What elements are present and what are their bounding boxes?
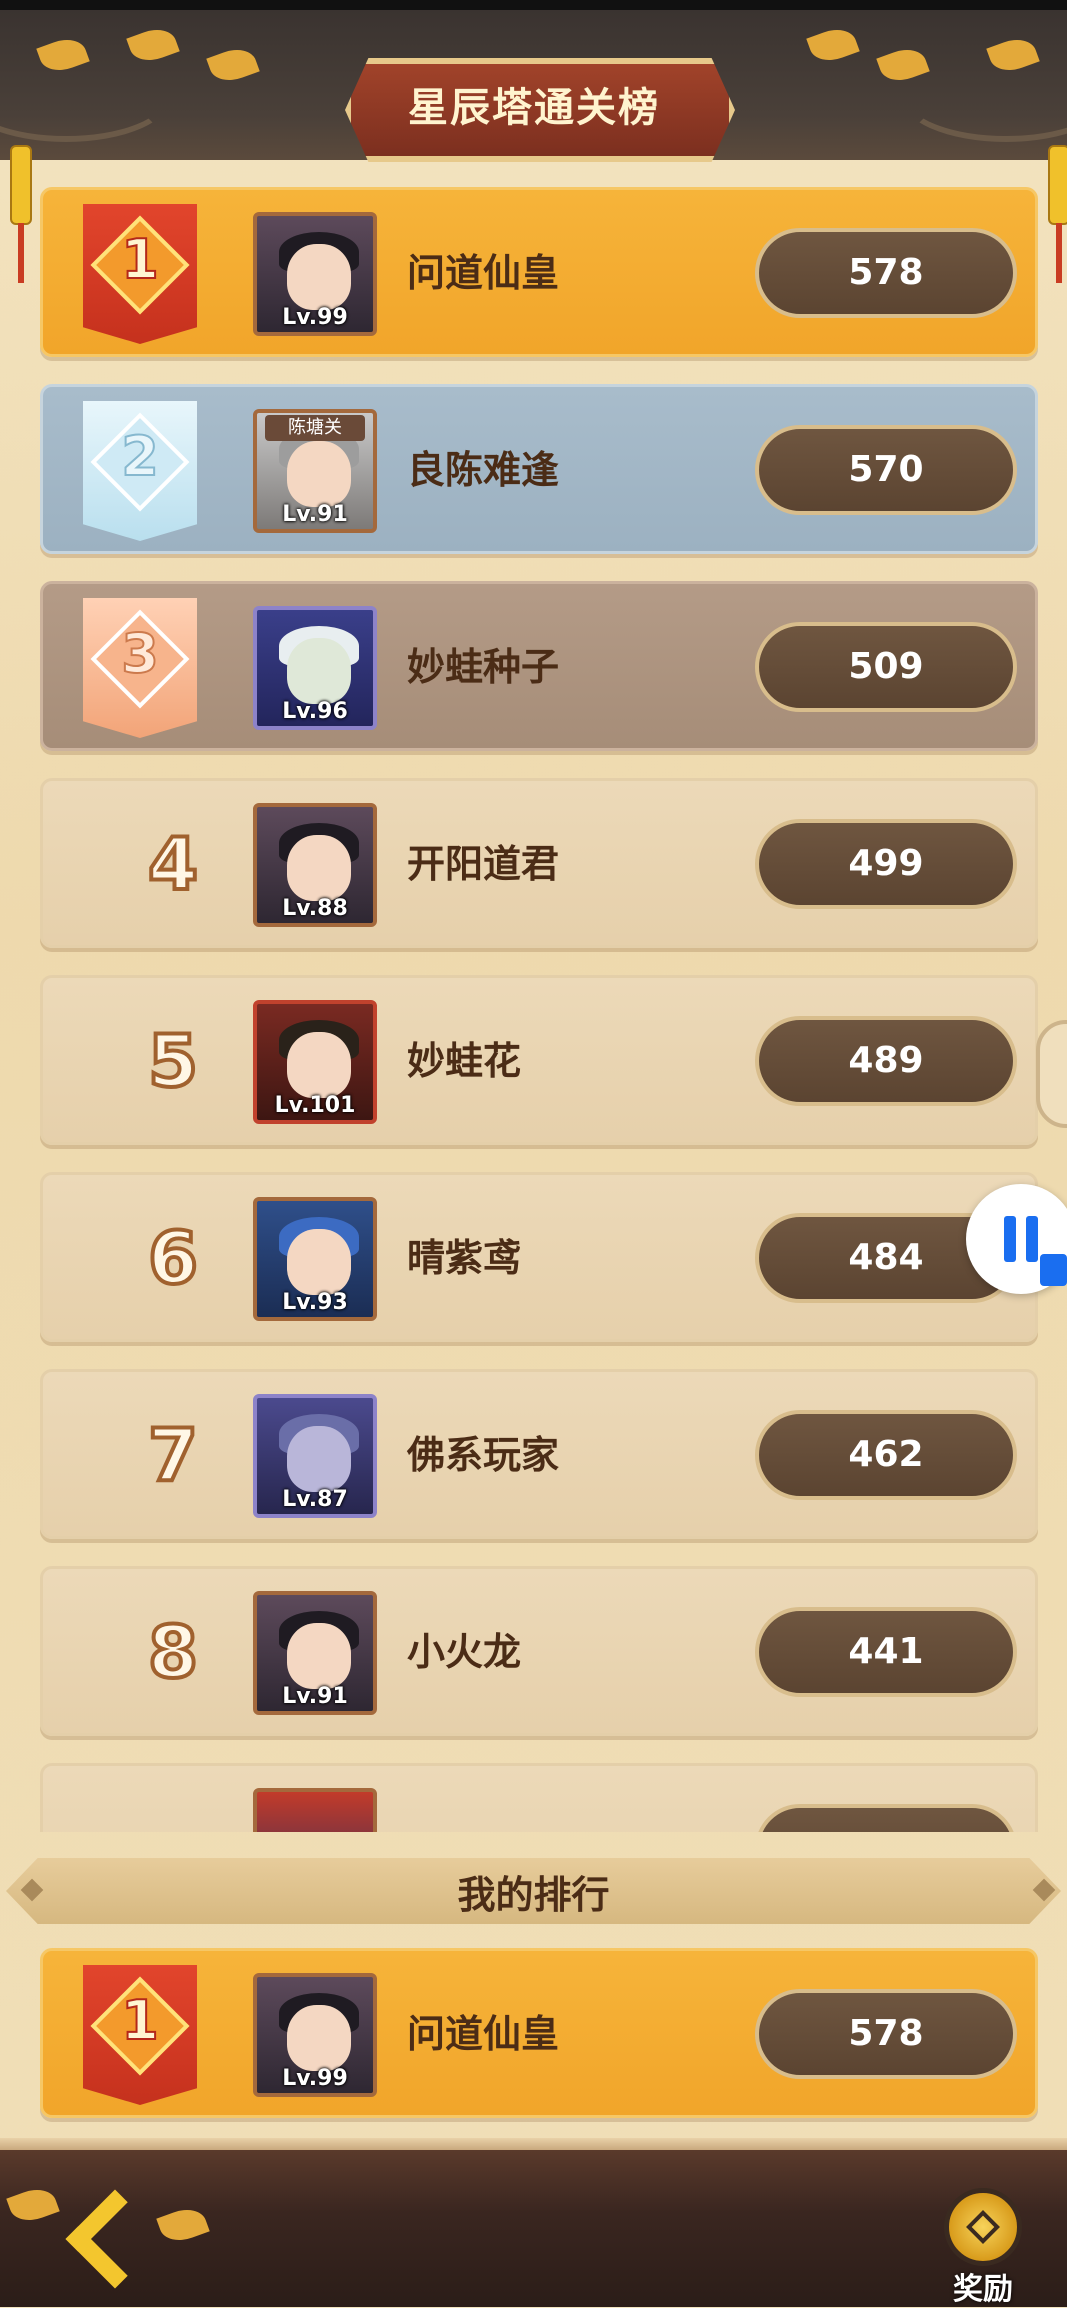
reward-button[interactable]: 奖励 xyxy=(918,2180,1048,2307)
avatar[interactable]: Lv.88 xyxy=(253,803,377,927)
avatar[interactable]: Lv.91 xyxy=(253,1591,377,1715)
leaf-decoration xyxy=(806,23,860,67)
chevron-left-icon xyxy=(65,2189,165,2289)
leaderboard-row[interactable]: 7 Lv.87 佛系玩家 462 xyxy=(40,1369,1038,1539)
leaderboard-list[interactable]: 1 Lv.99 问道仙皇 578 2 陈塘关 Lv.91 良陈难逢 570 3 … xyxy=(0,160,1067,1832)
leaf-decoration xyxy=(156,2203,210,2247)
leaderboard-row[interactable]: 5 Lv.101 妙蛙花 489 xyxy=(40,975,1038,1145)
rank-3-badge-icon: 3 xyxy=(83,598,197,738)
back-button[interactable] xyxy=(60,2189,165,2289)
player-level: Lv.88 xyxy=(282,896,348,921)
my-rank-title: 我的排行 xyxy=(457,1872,610,1917)
leaf-decoration xyxy=(206,43,260,87)
player-level: Lv.96 xyxy=(282,699,348,724)
avatar[interactable] xyxy=(253,1788,377,1832)
leaf-decoration xyxy=(6,2183,60,2227)
rank-number: 7 xyxy=(146,1411,200,1499)
avatar[interactable]: Lv.96 xyxy=(253,606,377,730)
rank-2-badge-icon: 2 xyxy=(83,401,197,541)
score-pill: 462 xyxy=(755,1410,1017,1500)
leaderboard-row[interactable]: 3 Lv.96 妙蛙种子 509 xyxy=(40,581,1038,751)
player-level: Lv.99 xyxy=(282,305,348,330)
rank-number: 5 xyxy=(146,1017,200,1105)
leaderboard-row[interactable]: 6 Lv.93 晴紫鸢 484 xyxy=(40,1172,1038,1342)
score-pill xyxy=(755,1804,1017,1832)
player-level: Lv.93 xyxy=(282,1290,348,1315)
leaderboard-row[interactable]: 8 Lv.91 小火龙 441 xyxy=(40,1566,1038,1736)
player-name: 佛系玩家 xyxy=(407,1433,560,1477)
avatar-title-tag: 陈塘关 xyxy=(265,415,365,441)
player-level: Lv.99 xyxy=(282,2066,348,2091)
score-pill: 578 xyxy=(755,228,1017,318)
score-pill: 578 xyxy=(755,1989,1017,2079)
leaderboard-row[interactable]: 2 陈塘关 Lv.91 良陈难逢 570 xyxy=(40,384,1038,554)
player-name: 问道仙皇 xyxy=(407,251,560,295)
score-pill: 509 xyxy=(755,622,1017,712)
player-name: 妙蛙种子 xyxy=(407,645,560,689)
avatar[interactable]: Lv.99 xyxy=(253,1973,377,2097)
avatar[interactable]: Lv.101 xyxy=(253,1000,377,1124)
player-level: Lv.87 xyxy=(282,1487,348,1512)
player-name: 晴紫鸢 xyxy=(407,1236,522,1280)
fast-forward-icon[interactable] xyxy=(1040,1254,1067,1286)
score-pill: 441 xyxy=(755,1607,1017,1697)
leaderboard-row[interactable]: 1 Lv.99 问道仙皇 578 xyxy=(40,187,1038,357)
leaderboard-row[interactable] xyxy=(40,1763,1038,1832)
player-level: Lv.101 xyxy=(274,1093,356,1118)
avatar[interactable]: Lv.99 xyxy=(253,212,377,336)
player-name: 良陈难逢 xyxy=(407,448,560,492)
player-name: 小火龙 xyxy=(407,1630,522,1674)
score-pill: 489 xyxy=(755,1016,1017,1106)
leaderboard-row[interactable]: 4 Lv.88 开阳道君 499 xyxy=(40,778,1038,948)
avatar[interactable]: 陈塘关 Lv.91 xyxy=(253,409,377,533)
player-name: 问道仙皇 xyxy=(407,2012,560,2056)
rank-1-badge-icon: 1 xyxy=(83,204,197,344)
rank-number: 6 xyxy=(146,1214,200,1302)
rank-1-badge-icon: 1 xyxy=(83,1965,197,2105)
player-name: 开阳道君 xyxy=(407,842,560,886)
footer xyxy=(0,2150,1067,2307)
side-drawer-tab[interactable] xyxy=(1036,1020,1067,1128)
player-name: 妙蛙花 xyxy=(407,1039,522,1083)
avatar[interactable]: Lv.87 xyxy=(253,1394,377,1518)
player-level: Lv.91 xyxy=(282,502,348,527)
rank-number: 4 xyxy=(146,820,200,908)
score-pill: 570 xyxy=(755,425,1017,515)
page-title: 星辰塔通关榜 xyxy=(408,85,660,131)
avatar[interactable]: Lv.93 xyxy=(253,1197,377,1321)
status-bar xyxy=(0,0,1067,10)
rank-number: 8 xyxy=(146,1608,200,1696)
reward-label: 奖励 xyxy=(953,2272,1013,2307)
player-level: Lv.91 xyxy=(282,1684,348,1709)
score-pill: 499 xyxy=(755,819,1017,909)
my-rank-row[interactable]: 1 Lv.99 问道仙皇 578 xyxy=(40,1948,1038,2118)
cloud-decoration xyxy=(0,50,172,142)
coin-icon xyxy=(944,2188,1022,2266)
